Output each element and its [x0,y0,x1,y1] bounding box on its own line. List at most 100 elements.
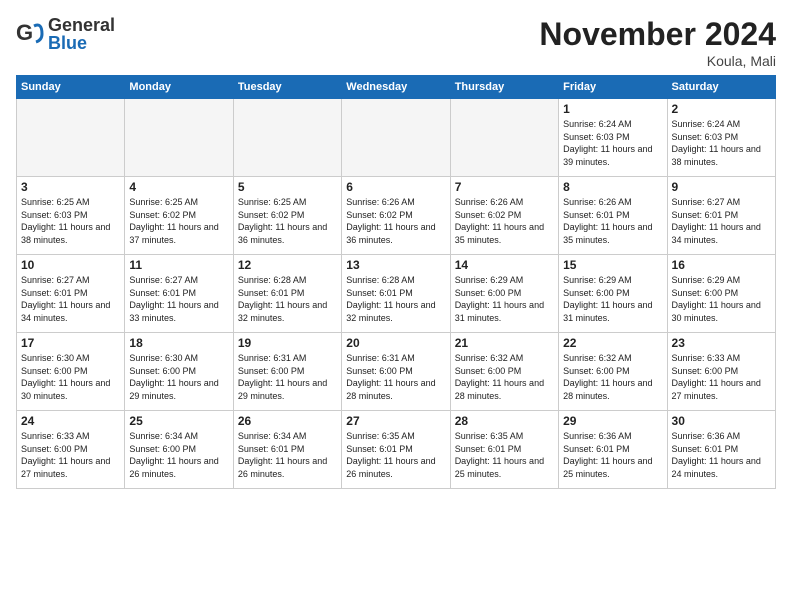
cell-1-3: 6Sunrise: 6:26 AMSunset: 6:02 PMDaylight… [342,177,450,255]
cell-info-line: Sunrise: 6:35 AM [455,430,554,443]
cell-info-line: Sunrise: 6:25 AM [238,196,337,209]
cell-4-5: 29Sunrise: 6:36 AMSunset: 6:01 PMDayligh… [559,411,667,489]
cell-info-line: Sunrise: 6:30 AM [21,352,120,365]
cell-info-line: Sunrise: 6:26 AM [455,196,554,209]
calendar-page: G General Blue November 2024 Koula, Mali… [0,0,792,612]
cell-3-4: 21Sunrise: 6:32 AMSunset: 6:00 PMDayligh… [450,333,558,411]
title-block: November 2024 Koula, Mali [539,16,776,69]
cell-info-line: Daylight: 11 hours and 25 minutes. [455,455,554,480]
cell-4-2: 26 Sunrise: 6:34 AMSunset: 6:01 PMDayligh… [233,411,341,489]
day-number: 2 [672,102,771,116]
cell-1-2: 5Sunrise: 6:25 AMSunset: 6:02 PMDaylight… [233,177,341,255]
cell-info-line: Sunset: 6:02 PM [238,209,337,222]
cell-info-line: Daylight: 11 hours and 36 minutes. [238,221,337,246]
cell-info-line: Sunrise: 6:27 AM [129,274,228,287]
cell-info-line: Daylight: 11 hours and 24 minutes. [672,455,771,480]
svg-text:G: G [16,20,33,45]
cell-1-6: 9Sunrise: 6:27 AMSunset: 6:01 PMDaylight… [667,177,775,255]
day-number: 22 [563,336,662,350]
cell-1-5: 8Sunrise: 6:26 AMSunset: 6:01 PMDaylight… [559,177,667,255]
day-number: 30 [672,414,771,428]
cell-0-6: 2Sunrise: 6:24 AMSunset: 6:03 PMDaylight… [667,99,775,177]
cell-0-3 [342,99,450,177]
cell-info-line: Daylight: 11 hours and 33 minutes. [129,299,228,324]
cell-info-line: Daylight: 11 hours and 28 minutes. [455,377,554,402]
cell-info-line: Daylight: 11 hours and 32 minutes. [238,299,337,324]
cell-info-line: Sunset: 6:01 PM [238,443,337,456]
cell-2-2: 12Sunrise: 6:28 AMSunset: 6:01 PMDayligh… [233,255,341,333]
cell-info-line: Sunset: 6:00 PM [455,365,554,378]
cell-info-line: Sunset: 6:01 PM [21,287,120,300]
cell-3-2: 19Sunrise: 6:31 AMSunset: 6:00 PMDayligh… [233,333,341,411]
col-monday: Monday [125,76,233,99]
cell-info-line: Sunrise: 6:26 AM [346,196,445,209]
cell-info-line: Sunrise: 6:33 AM [672,352,771,365]
cell-info-line: Sunset: 6:01 PM [563,209,662,222]
cell-0-1 [125,99,233,177]
cell-4-1: 25Sunrise: 6:34 AMSunset: 6:00 PMDayligh… [125,411,233,489]
col-friday: Friday [559,76,667,99]
cell-1-1: 4Sunrise: 6:25 AMSunset: 6:02 PMDaylight… [125,177,233,255]
cell-3-3: 20Sunrise: 6:31 AMSunset: 6:00 PMDayligh… [342,333,450,411]
logo-general: General [48,16,115,34]
cell-info-line: Daylight: 11 hours and 29 minutes. [238,377,337,402]
cell-info-line: Sunset: 6:00 PM [21,443,120,456]
day-number: 10 [21,258,120,272]
cell-2-4: 14Sunrise: 6:29 AMSunset: 6:00 PMDayligh… [450,255,558,333]
cell-info-line: Sunrise: 6:29 AM [563,274,662,287]
cell-0-2 [233,99,341,177]
week-row-4: 17Sunrise: 6:30 AMSunset: 6:00 PMDayligh… [17,333,776,411]
cell-info-line: Daylight: 11 hours and 34 minutes. [21,299,120,324]
cell-info-line: Sunset: 6:01 PM [346,443,445,456]
cell-info-line: Sunset: 6:01 PM [672,209,771,222]
logo-blue: Blue [48,34,115,52]
cell-info-line: Daylight: 11 hours and 38 minutes. [672,143,771,168]
cell-info-line: Sunset: 6:02 PM [346,209,445,222]
cell-info-line: Daylight: 11 hours and 36 minutes. [346,221,445,246]
cell-info-line: Daylight: 11 hours and 31 minutes. [455,299,554,324]
cell-info-line: Sunrise: 6:32 AM [455,352,554,365]
day-number: 15 [563,258,662,272]
cell-4-4: 28Sunrise: 6:35 AMSunset: 6:01 PMDayligh… [450,411,558,489]
cell-info-line: Daylight: 11 hours and 30 minutes. [672,299,771,324]
cell-info-line: Sunset: 6:01 PM [455,443,554,456]
cell-info-line: Sunrise: 6:35 AM [346,430,445,443]
cell-info-line: Sunrise: 6:25 AM [129,196,228,209]
cell-info-line: Sunset: 6:01 PM [563,443,662,456]
cell-info-line: Daylight: 11 hours and 26 minutes. [238,455,337,480]
cell-info-line: Daylight: 11 hours and 38 minutes. [21,221,120,246]
cell-info-line: Sunrise: 6:36 AM [672,430,771,443]
day-number: 26 [238,414,337,428]
cell-info-line: Daylight: 11 hours and 27 minutes. [672,377,771,402]
cell-info-line: Daylight: 11 hours and 39 minutes. [563,143,662,168]
cell-0-0 [17,99,125,177]
cell-info-line: Sunset: 6:03 PM [21,209,120,222]
cell-3-1: 18Sunrise: 6:30 AMSunset: 6:00 PMDayligh… [125,333,233,411]
cell-info-line: Daylight: 11 hours and 25 minutes. [563,455,662,480]
day-number: 1 [563,102,662,116]
day-number: 17 [21,336,120,350]
col-saturday: Saturday [667,76,775,99]
cell-info-line: Sunrise: 6:34 AM [238,430,337,443]
cell-info-line: Daylight: 11 hours and 27 minutes. [21,455,120,480]
cell-info-line: Sunrise: 6:34 AM [129,430,228,443]
day-number: 7 [455,180,554,194]
week-row-3: 10Sunrise: 6:27 AMSunset: 6:01 PMDayligh… [17,255,776,333]
cell-4-6: 30 Sunrise: 6:36 AMSunset: 6:01 PMDayligh… [667,411,775,489]
col-tuesday: Tuesday [233,76,341,99]
cell-3-0: 17Sunrise: 6:30 AMSunset: 6:00 PMDayligh… [17,333,125,411]
week-row-5: 24Sunrise: 6:33 AMSunset: 6:00 PMDayligh… [17,411,776,489]
day-number: 8 [563,180,662,194]
cell-2-0: 10Sunrise: 6:27 AMSunset: 6:01 PMDayligh… [17,255,125,333]
cell-info-line: Sunset: 6:02 PM [455,209,554,222]
cell-0-4 [450,99,558,177]
cell-info-line: Sunrise: 6:28 AM [238,274,337,287]
cell-2-3: 13Sunrise: 6:28 AMSunset: 6:01 PMDayligh… [342,255,450,333]
cell-info-line: Sunrise: 6:25 AM [21,196,120,209]
cell-info-line: Sunset: 6:01 PM [672,443,771,456]
day-number: 23 [672,336,771,350]
day-number: 18 [129,336,228,350]
cell-0-5: 1Sunrise: 6:24 AMSunset: 6:03 PMDaylight… [559,99,667,177]
logo: G General Blue [16,16,115,52]
cell-info-line: Sunset: 6:03 PM [672,131,771,144]
